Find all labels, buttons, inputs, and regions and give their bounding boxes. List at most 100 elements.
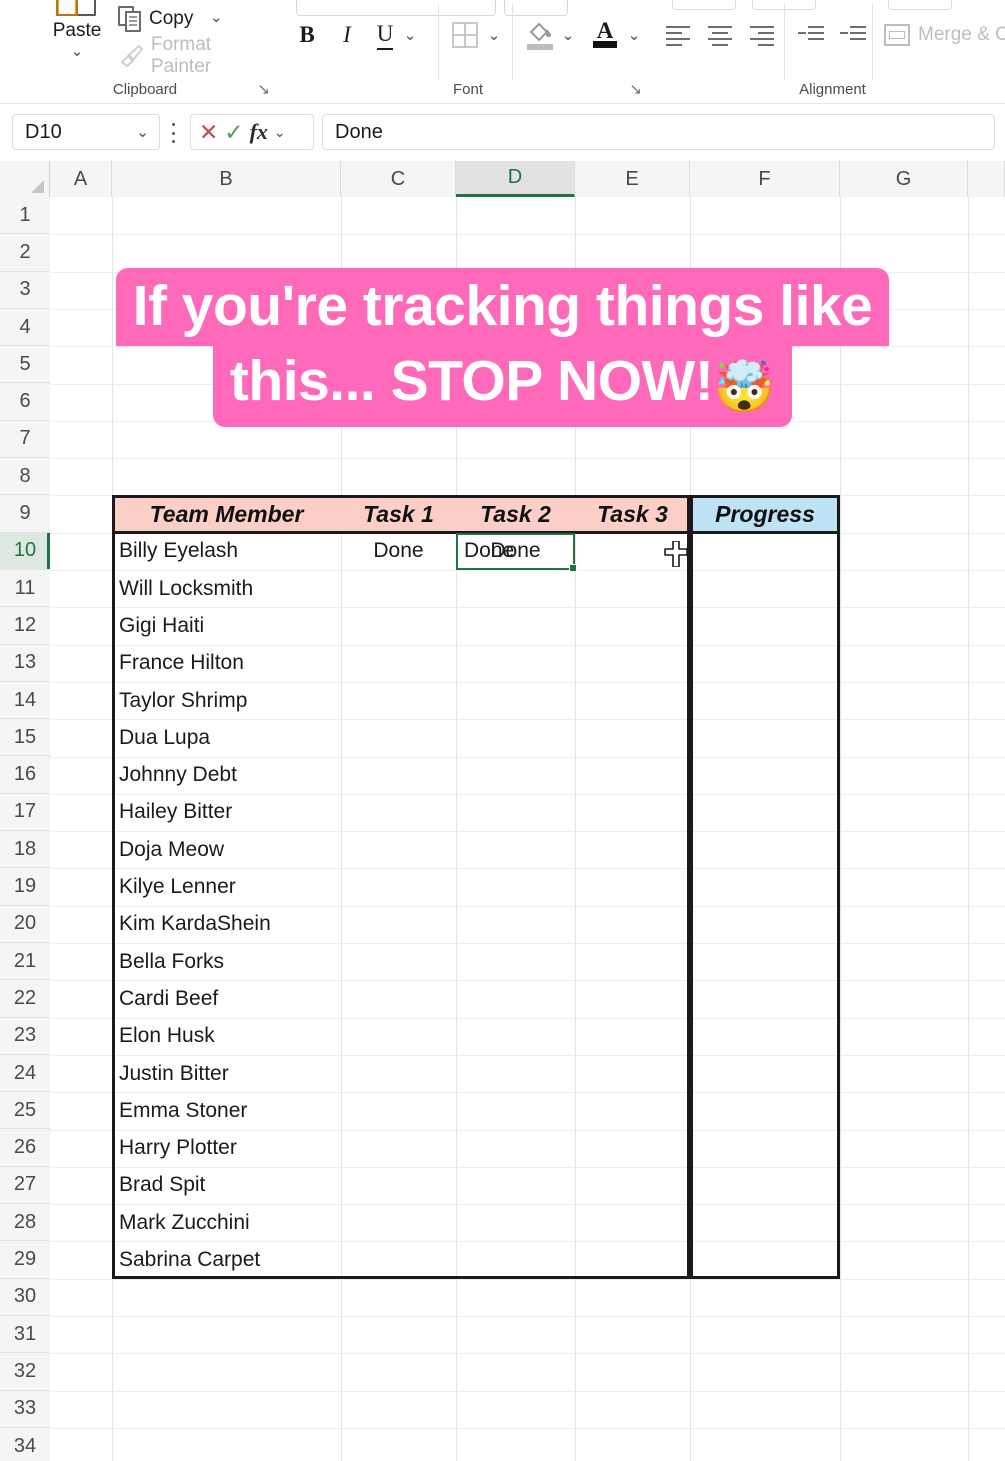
table-cell-empty[interactable] [575, 1167, 690, 1204]
row-header-8[interactable]: 8 [0, 458, 50, 496]
table-cell-empty[interactable] [341, 831, 456, 868]
table-cell-empty[interactable] [575, 1055, 690, 1092]
table-cell-name[interactable]: Kim KardaShein [112, 906, 341, 943]
table-cell-empty[interactable] [575, 607, 690, 644]
table-cell-name[interactable]: Doja Meow [112, 831, 341, 868]
valign-top-button[interactable] [672, 0, 736, 10]
table-cell-name[interactable]: Harry Plotter [112, 1130, 341, 1167]
row-header-30[interactable]: 30 [0, 1278, 50, 1316]
underline-button[interactable]: U [368, 16, 402, 54]
table-cell-name[interactable]: Kilye Lenner [112, 868, 341, 905]
font-color-button[interactable]: A [588, 16, 622, 54]
table-cell-empty[interactable] [341, 570, 456, 607]
table-header-task2[interactable]: Task 2 [456, 495, 575, 533]
table-cell-empty[interactable] [341, 868, 456, 905]
table-cell-empty[interactable] [690, 570, 840, 607]
row-header-17[interactable]: 17 [0, 793, 50, 832]
orientation-button[interactable] [888, 0, 952, 10]
table-cell-name[interactable]: Emma Stoner [112, 1092, 341, 1129]
table-cell-empty[interactable] [575, 868, 690, 905]
table-cell-empty[interactable] [341, 1130, 456, 1167]
row-header-19[interactable]: 19 [0, 868, 50, 906]
row-header-16[interactable]: 16 [0, 756, 50, 794]
table-cell-name[interactable]: Johnny Debt [112, 757, 341, 794]
format-painter-button[interactable]: Format Painter [118, 34, 276, 77]
row-header-13[interactable]: 13 [0, 644, 50, 682]
table-cell-name[interactable]: Dua Lupa [112, 719, 341, 756]
row-header-25[interactable]: 25 [0, 1092, 50, 1130]
table-cell-empty[interactable] [456, 1167, 575, 1204]
column-header-A[interactable]: A [50, 161, 112, 197]
merge-and-center-button[interactable]: Merge & Ce [884, 16, 1005, 54]
align-right-button[interactable] [744, 16, 782, 54]
table-cell-empty[interactable] [690, 980, 840, 1017]
table-cell-empty[interactable] [341, 719, 456, 756]
row-header-34[interactable]: 34 [0, 1427, 50, 1461]
row-header-14[interactable]: 14 [0, 681, 50, 720]
select-all-corner[interactable] [0, 161, 50, 197]
copy-chevron-down-icon[interactable]: ⌄ [210, 10, 223, 25]
table-cell-empty[interactable] [456, 1204, 575, 1241]
formula-chevron-down-icon[interactable]: ⌄ [274, 125, 286, 139]
row-header-2[interactable]: 2 [0, 234, 50, 272]
table-cell-empty[interactable] [575, 980, 690, 1017]
row-header-10[interactable]: 10 [0, 532, 50, 570]
fill-handle[interactable] [569, 563, 577, 572]
table-cell-name[interactable]: Will Locksmith [112, 570, 341, 607]
cells-area[interactable]: Team Member Task 1 Task 2 Task 3 Progress Bil… [50, 197, 1005, 1461]
insert-function-icon[interactable]: fx [250, 121, 268, 143]
table-cell-empty[interactable] [690, 682, 840, 719]
table-cell-empty[interactable] [456, 719, 575, 756]
column-header-F[interactable]: F [690, 161, 840, 197]
table-cell-empty[interactable] [341, 1204, 456, 1241]
table-cell-empty[interactable] [456, 906, 575, 943]
paste-button[interactable]: Paste ⌄ [40, 0, 114, 72]
table-cell-name[interactable]: Cardi Beef [112, 980, 341, 1017]
font-dialog-launcher-icon[interactable]: ↘ [629, 82, 642, 97]
table-cell-empty[interactable] [690, 1055, 840, 1092]
row-header-6[interactable]: 6 [0, 383, 50, 421]
table-cell-empty[interactable] [690, 645, 840, 682]
table-cell-empty[interactable] [341, 757, 456, 794]
row-header-20[interactable]: 20 [0, 905, 50, 943]
table-cell-empty[interactable] [690, 1092, 840, 1129]
borders-button[interactable] [448, 16, 482, 54]
table-cell-empty[interactable] [456, 1130, 575, 1167]
table-cell-name[interactable]: Hailey Bitter [112, 794, 341, 831]
table-cell-empty[interactable] [690, 1130, 840, 1167]
table-cell-empty[interactable] [690, 533, 840, 570]
table-cell-empty[interactable] [456, 570, 575, 607]
row-header-28[interactable]: 28 [0, 1204, 50, 1242]
table-header-name[interactable]: Team Member [112, 495, 341, 533]
row-header-22[interactable]: 22 [0, 980, 50, 1018]
table-cell-empty[interactable] [575, 570, 690, 607]
table-cell-empty[interactable] [456, 1055, 575, 1092]
fill-color-button[interactable] [523, 16, 557, 54]
table-cell-empty[interactable] [575, 1130, 690, 1167]
table-cell-empty[interactable] [575, 1204, 690, 1241]
chevron-down-icon[interactable]: ⌄ [40, 44, 114, 59]
table-cell-empty[interactable] [575, 831, 690, 868]
table-cell-name[interactable]: Gigi Haiti [112, 607, 341, 644]
table-cell-empty[interactable] [456, 645, 575, 682]
italic-button[interactable]: I [330, 16, 364, 54]
more-options-icon[interactable] [170, 123, 176, 143]
table-cell-task1[interactable]: Done [341, 533, 456, 570]
table-cell-name[interactable]: Sabrina Carpet [112, 1241, 341, 1278]
table-cell-empty[interactable] [456, 868, 575, 905]
table-cell-name[interactable]: Elon Husk [112, 1018, 341, 1055]
borders-chevron-down-icon[interactable]: ⌄ [484, 24, 504, 46]
table-cell-empty[interactable] [690, 1241, 840, 1278]
table-cell-empty[interactable] [456, 607, 575, 644]
row-header-33[interactable]: 33 [0, 1390, 50, 1428]
table-cell-empty[interactable] [575, 645, 690, 682]
table-cell-name[interactable]: Mark Zucchini [112, 1204, 341, 1241]
row-header-18[interactable]: 18 [0, 831, 50, 869]
row-header-24[interactable]: 24 [0, 1054, 50, 1093]
column-header-C[interactable]: C [341, 161, 456, 197]
table-cell-empty[interactable] [690, 868, 840, 905]
row-header-12[interactable]: 12 [0, 607, 50, 645]
table-cell-empty[interactable] [575, 757, 690, 794]
table-cell-empty[interactable] [690, 757, 840, 794]
copy-button[interactable]: Copy [118, 4, 193, 34]
